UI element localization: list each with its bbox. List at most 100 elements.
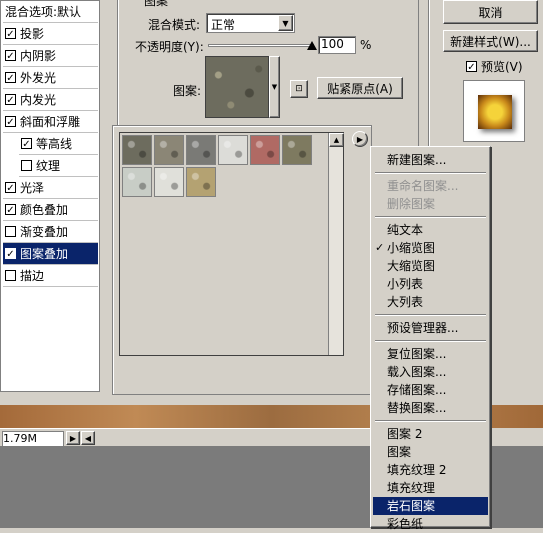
pattern-context-menu: 新建图案... 重命名图案... 删除图案 纯文本 ✓ 小缩览图 大缩览图 小列表 大列表 预设管… [370, 146, 491, 531]
opacity-unit: % [360, 38, 372, 52]
style-item-label: 描边 [20, 269, 45, 283]
menu-item[interactable]: 新建图案... [387, 151, 446, 169]
pattern-thumbnail[interactable] [205, 56, 269, 118]
chevron-down-icon[interactable]: ▼ [278, 15, 293, 31]
checkbox-icon[interactable] [5, 226, 16, 237]
menu-item[interactable]: 小缩览图 [387, 239, 435, 257]
menu-item[interactable]: 替换图案... [387, 399, 446, 417]
style-item[interactable]: ✓ 投影 [3, 23, 98, 45]
style-item[interactable]: ✓ 斜面和浮雕 [3, 111, 98, 133]
style-item-label: 渐变叠加 [20, 225, 69, 239]
check-icon[interactable]: ✓ [5, 182, 16, 194]
pattern-swatch[interactable] [186, 135, 216, 165]
scroll-left-icon[interactable]: ◀ [81, 431, 95, 445]
style-item-label: 光泽 [20, 181, 45, 195]
pattern-picker-arrow[interactable]: ▼ [269, 56, 280, 118]
new-preset-icon[interactable]: ⊡ [290, 80, 308, 98]
check-icon[interactable]: ✓ [5, 94, 16, 106]
menu-separator [375, 216, 486, 218]
style-item-label: 内阴影 [20, 49, 57, 63]
opacity-slider-handle[interactable] [307, 41, 317, 50]
check-icon[interactable]: ✓ [5, 248, 16, 260]
menu-item[interactable]: 预设管理器... [387, 319, 458, 337]
blend-mode-label: 混合模式: [148, 18, 201, 32]
menu-item[interactable]: 复位图案... [387, 345, 446, 363]
check-icon[interactable]: ✓ [21, 138, 32, 150]
menu-item[interactable]: 大缩览图 [387, 257, 435, 275]
menu-separator [375, 420, 486, 422]
pattern-swatch[interactable] [154, 135, 184, 165]
style-item[interactable]: 纹理 [19, 155, 98, 177]
menu-item[interactable]: 填充纹理 [387, 479, 435, 497]
preview-label: 预览(V) [481, 60, 523, 74]
check-icon[interactable]: ✓ [5, 50, 16, 62]
style-item[interactable]: ✓ 图案叠加 [3, 243, 98, 265]
menu-item[interactable]: 图案 2 [387, 425, 422, 443]
styles-list: 混合选项:默认 ✓ 投影 ✓ 内阴影 ✓ 外发光 ✓ 内发光 ✓ 斜面和浮雕 ✓ 等高线 纹理 ✓ 光泽 ✓ 颜色… [0, 0, 100, 392]
check-icon[interactable]: ✓ [5, 72, 16, 84]
style-item[interactable]: 混合选项:默认 [3, 1, 98, 23]
cancel-button[interactable]: 取消 [443, 0, 538, 24]
pattern-group-title: 图案 [142, 0, 171, 9]
style-item-label: 颜色叠加 [20, 203, 69, 217]
blend-mode-select[interactable]: 正常 ▼ [206, 13, 295, 33]
style-item[interactable]: 渐变叠加 [3, 221, 98, 243]
preview-checkbox[interactable]: ✓ 预览(V) [466, 58, 523, 75]
picker-menu-button[interactable]: ▶ [352, 131, 368, 147]
checkbox-icon[interactable] [21, 160, 32, 171]
check-icon[interactable]: ✓ [5, 204, 16, 216]
pattern-swatch[interactable] [154, 167, 184, 197]
style-item[interactable]: ✓ 等高线 [19, 133, 98, 155]
checkbox-icon[interactable] [5, 270, 16, 281]
menu-item[interactable]: 填充纹理 2 [387, 461, 446, 479]
opacity-label: 不透明度(Y): [135, 40, 204, 54]
style-item[interactable]: ✓ 内阴影 [3, 45, 98, 67]
menu-item[interactable]: 岩石图案 [387, 497, 435, 515]
style-item-label: 投影 [20, 27, 45, 41]
style-item[interactable]: ✓ 光泽 [3, 177, 98, 199]
pattern-swatch[interactable] [250, 135, 280, 165]
menu-item[interactable]: 小列表 [387, 275, 423, 293]
pattern-swatch[interactable] [186, 167, 216, 197]
menu-item: 删除图案 [387, 197, 436, 211]
scroll-up-icon[interactable]: ▲ [329, 133, 344, 147]
menu-item[interactable]: 纯文本 [387, 221, 423, 239]
pattern-swatch[interactable] [282, 135, 312, 165]
style-item[interactable]: ✓ 外发光 [3, 67, 98, 89]
style-item-label: 图案叠加 [20, 247, 69, 261]
menu-item[interactable]: 载入图案... [387, 363, 446, 381]
menu-separator [375, 172, 486, 174]
menu-item[interactable]: 彩色纸 [387, 515, 423, 533]
style-item-label: 斜面和浮雕 [20, 115, 81, 129]
blend-mode-value: 正常 [211, 18, 236, 32]
style-item-label: 混合选项:默认 [5, 5, 82, 19]
opacity-slider-track[interactable] [208, 44, 314, 47]
style-item-label: 内发光 [20, 93, 57, 107]
check-icon[interactable]: ✓ [5, 116, 16, 128]
menu-separator [375, 314, 486, 316]
menu-item: 重命名图案... [387, 179, 459, 193]
new-style-button[interactable]: 新建样式(W)... [443, 30, 538, 52]
menu-item[interactable]: 图案 [387, 443, 411, 461]
menu-separator [375, 340, 486, 342]
menu-item[interactable]: 存储图案... [387, 381, 446, 399]
style-item-label: 外发光 [20, 71, 57, 85]
preview-thumbnail [463, 80, 525, 142]
status-bar: 1.79M ▶ ◀ [0, 428, 370, 447]
pattern-swatch[interactable] [122, 167, 152, 197]
pattern-swatch[interactable] [122, 135, 152, 165]
doc-size: 1.79M [2, 431, 64, 447]
picker-scrollbar[interactable]: ▲ [328, 133, 344, 355]
check-icon: ✓ [466, 61, 477, 73]
menu-item[interactable]: 大列表 [387, 293, 423, 311]
pattern-label: 图案: [173, 84, 202, 98]
snap-origin-button[interactable]: 贴紧原点(A) [317, 77, 403, 99]
play-icon[interactable]: ▶ [66, 431, 80, 445]
style-item[interactable]: ✓ 内发光 [3, 89, 98, 111]
style-item[interactable]: 描边 [3, 265, 98, 287]
opacity-input[interactable]: 100 [318, 36, 356, 54]
opacity-value: 100 [321, 37, 344, 51]
check-icon[interactable]: ✓ [5, 28, 16, 40]
pattern-swatch[interactable] [218, 135, 248, 165]
style-item[interactable]: ✓ 颜色叠加 [3, 199, 98, 221]
